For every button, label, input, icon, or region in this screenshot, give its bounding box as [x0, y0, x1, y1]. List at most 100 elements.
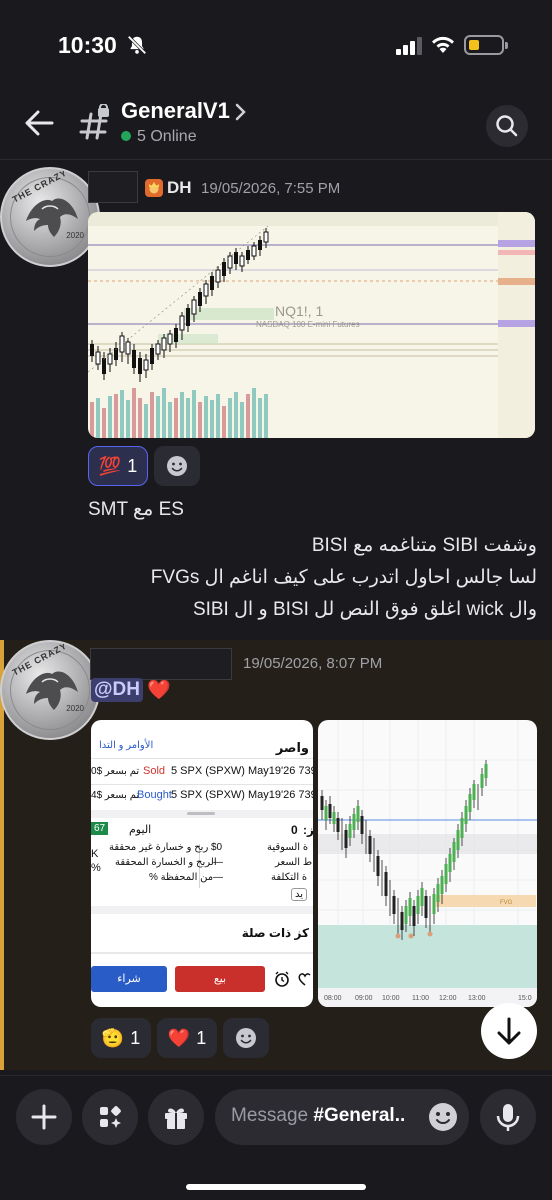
chart-watermark-subtitle: NASDAQ 100 E-mini Futures	[256, 320, 360, 329]
user-mention[interactable]: @DH	[91, 678, 143, 702]
jump-to-latest-button[interactable]	[481, 1003, 537, 1059]
search-button[interactable]	[486, 105, 528, 147]
message-timestamp: 19/05/2026, 8:07 PM	[243, 655, 383, 672]
chart-screenshot-attachment[interactable]: FVG 08:00 09:00 10:00 11:00 12:00 13:00 …	[318, 720, 537, 1007]
add-reaction-button[interactable]	[223, 1018, 269, 1058]
username-banner	[90, 648, 232, 680]
related-positions: كز ذات صلة	[241, 926, 309, 940]
locked-channel-hash-icon	[79, 104, 109, 140]
avatar[interactable]: THE CRAZY ONE 2020	[0, 640, 100, 740]
smiley-add-reaction-icon	[167, 456, 187, 476]
apps-icon	[100, 1106, 121, 1128]
unrealized-value: $0	[211, 842, 223, 853]
unrealized-label: ربح و خسارة غير محققة	[109, 842, 209, 853]
heart-emoji-icon: ❤️	[147, 680, 171, 701]
reaction-salute[interactable]: 🫡 1	[91, 1018, 151, 1058]
row2-price: تم بسعر $4	[91, 790, 140, 801]
message-mention-highlight: THE CRAZY ONE 2020 19/05/2026, 8:07 PM @…	[0, 640, 552, 1070]
status-time: 10:30	[58, 32, 117, 58]
reaction-heart[interactable]: ❤️ 1	[157, 1018, 217, 1058]
intraday-chart: FVG 08:00 09:00 10:00 11:00 12:00 13:00 …	[318, 720, 537, 1007]
message-input-placeholder: Message #General..	[231, 1105, 406, 1126]
message-line: وشفت SIBI متناغمه مع BISI	[311, 535, 537, 556]
row1-order: 5 SPX (SPXW) May19'26 7390 Call...	[171, 765, 313, 777]
row1-status: Sold	[143, 765, 166, 777]
cost-label: ة التكلفة	[271, 872, 308, 883]
smiley-add-reaction-icon	[236, 1028, 256, 1048]
row1-price: تم بسعر $0	[91, 766, 140, 777]
plus-icon	[31, 1104, 57, 1130]
arrow-down-icon	[497, 1017, 521, 1045]
chevron-right-icon[interactable]	[234, 102, 248, 122]
channel-header: GeneralV1 5 Online	[0, 90, 552, 160]
badge: 67	[91, 822, 109, 835]
message-line: لسا جالس احاول اتدرب على كيف اناغم ال FV…	[150, 567, 537, 588]
broker-order-screenshot[interactable]: الأوامر و التدا واصر تم بسعر $0 Sold 5 S…	[91, 720, 313, 1007]
row2-status: Bought	[137, 789, 172, 801]
message-composer: Message #General..	[0, 1075, 552, 1200]
pct-value: —	[213, 872, 223, 883]
cellular-signal-icon	[396, 37, 422, 55]
x-tick: 12:00	[439, 995, 457, 1002]
username[interactable]: DH	[167, 178, 192, 198]
hundred-emoji-icon: 💯	[98, 455, 122, 476]
emoji-picker-icon[interactable]	[427, 1101, 459, 1133]
apps-button[interactable]	[82, 1089, 138, 1145]
realized-value: —	[213, 857, 223, 868]
position-label: :ز	[303, 823, 313, 837]
candlestick-chart: NQ1!, 1 NASDAQ 100 E-mini Futures	[88, 212, 535, 438]
alarm-clock-icon	[275, 971, 289, 987]
salute-emoji-icon: 🫡	[101, 1027, 125, 1048]
online-status-dot	[121, 131, 131, 141]
market-value-label: ة السوقية	[267, 842, 309, 853]
realized-label: الربح و الخسارة المحققة	[115, 857, 217, 868]
x-tick: 08:00	[324, 995, 342, 1002]
avatar[interactable]: THE CRAZY ONE 2020	[0, 167, 100, 267]
online-count: 5 Online	[137, 128, 197, 145]
add-reaction-button[interactable]	[154, 446, 200, 486]
wifi-icon	[432, 36, 454, 53]
portfolio-pct-label: % من المحفظة	[149, 872, 214, 883]
avg-price-label: ط السعر	[275, 857, 313, 868]
add-attachment-button[interactable]	[16, 1089, 72, 1145]
heart-emoji-icon: ❤️	[167, 1027, 191, 1048]
sell-button: بيع	[175, 966, 265, 992]
back-arrow-icon[interactable]	[22, 108, 56, 138]
message-line: وال wick اغلق فوق النص لل BISI و ال SIBI	[192, 599, 537, 620]
buy-button: شراء	[91, 966, 167, 992]
fvg-label: FVG	[500, 900, 513, 906]
orders-title: واصر	[275, 740, 309, 755]
reaction-count: 1	[196, 1027, 207, 1048]
role-badge-icon	[145, 179, 163, 197]
x-tick: 09:00	[355, 995, 373, 1002]
channel-title[interactable]: GeneralV1	[121, 98, 230, 124]
battery-icon	[464, 35, 508, 55]
message-timestamp: 19/05/2026, 7:55 PM	[201, 180, 341, 197]
row2-order: 5 SPX (SPXW) May19'26 7390 Ca...	[171, 789, 313, 801]
left-k: K	[91, 848, 99, 860]
x-tick: 11:00	[412, 995, 429, 1002]
reaction-count: 1	[130, 1027, 141, 1048]
message-input[interactable]: Message #General..	[215, 1089, 469, 1145]
microphone-icon	[496, 1104, 520, 1131]
reaction-count: 1	[127, 455, 138, 476]
home-indicator	[186, 1184, 366, 1190]
reaction-hundred[interactable]: 💯 1	[88, 446, 148, 486]
heart-outline-icon	[298, 973, 311, 986]
position-zero: 0	[291, 823, 298, 837]
search-icon	[496, 115, 518, 137]
gift-button[interactable]	[148, 1089, 204, 1145]
x-tick: 10:00	[382, 995, 400, 1002]
orders-tab: الأوامر و التدا	[99, 740, 154, 751]
left-pct: %	[91, 862, 101, 874]
message-line: SMT مع ES	[88, 499, 184, 520]
gift-icon	[165, 1108, 187, 1129]
status-bar: 10:30	[0, 0, 552, 90]
x-tick: 13:00	[468, 995, 486, 1002]
today-label: اليوم	[129, 824, 152, 836]
chart-image-attachment[interactable]: NQ1!, 1 NASDAQ 100 E-mini Futures	[88, 212, 535, 438]
username-banner	[88, 171, 138, 203]
voice-message-button[interactable]	[480, 1089, 536, 1145]
chart-watermark-title: NQ1!, 1	[275, 303, 323, 319]
add-button: يد	[291, 888, 308, 901]
